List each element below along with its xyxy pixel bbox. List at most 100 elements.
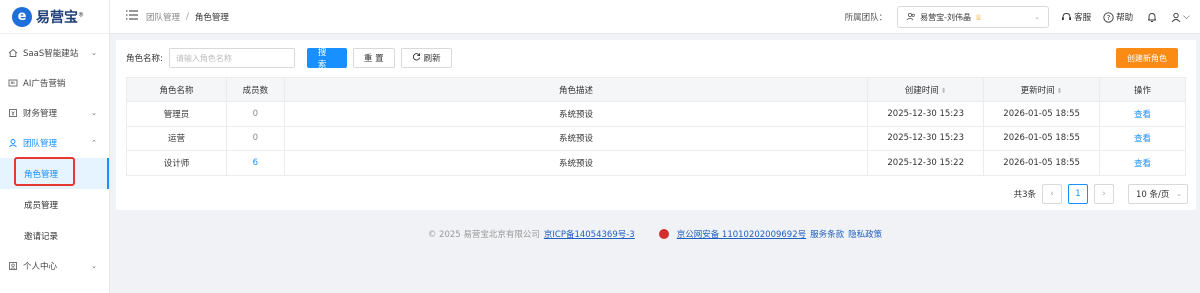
logo-text: 易营宝	[36, 9, 78, 26]
cell-role-name: 设计师	[126, 150, 227, 176]
cell-role-name: 运营	[126, 125, 227, 151]
crown-icon: ♕	[975, 12, 983, 22]
team-label: 所属团队：	[844, 13, 888, 23]
chevron-down-icon: ⌄	[1034, 13, 1041, 21]
page-button[interactable]: 1	[1068, 184, 1088, 204]
breadcrumb-separator: /	[186, 11, 189, 22]
col-updated-time[interactable]: 更新时间 ⬍	[983, 77, 1101, 102]
sidebar-item-team[interactable]: 团队管理 ⌃	[0, 128, 109, 158]
sidebar-subitem-invites[interactable]: 邀请记录	[0, 220, 109, 251]
cell-updated-time: 2026-01-05 18:55	[983, 125, 1101, 151]
sidebar-item-label: 团队管理	[23, 139, 58, 149]
notification-button[interactable]	[1147, 12, 1157, 23]
cell-role-name: 管理员	[126, 101, 227, 127]
chevron-up-icon: ⌃	[91, 139, 97, 147]
team-select[interactable]: 易营宝-刘伟晶 ♕ ⌄	[897, 6, 1050, 28]
team-select-value: 易营宝-刘伟晶	[920, 12, 972, 22]
next-page-button[interactable]: ›	[1094, 184, 1114, 204]
chevron-down-icon: ⌄	[1176, 190, 1182, 198]
help-link[interactable]: ? 帮助	[1103, 11, 1133, 23]
logo[interactable]: e 易营宝®	[0, 0, 109, 34]
user-menu[interactable]: ⌵	[1171, 12, 1190, 23]
sidebar-nav: SaaS智能建站 ⌄ AI广告营销 财务管理 ⌄ 团队管理 ⌃	[0, 34, 109, 158]
role-card: 角色名称: 请输入角色名称 搜 索 重 置 刷新 创建新角色 角色名称 成员数 …	[116, 40, 1196, 210]
user-icon	[1171, 12, 1181, 23]
page-size-value: 10 条/页	[1136, 190, 1170, 200]
cell-role-desc: 系统预设	[283, 125, 869, 151]
pagination-total: 共3条	[1013, 190, 1036, 200]
sidebar-subitem-members[interactable]: 成员管理	[0, 189, 109, 220]
role-name-input[interactable]: 请输入角色名称	[168, 48, 295, 68]
updated-time-label: 更新时间	[1020, 85, 1055, 96]
team-icon	[8, 138, 18, 148]
cell-role-desc: 系统预设	[283, 150, 869, 176]
breadcrumb: 团队管理 / 角色管理	[146, 11, 229, 23]
table-header-row: 角色名称 成员数 角色描述 创建时间 ⬍ 更新时间 ⬍ 操作	[126, 77, 1186, 102]
service-link[interactable]: 客服	[1061, 11, 1091, 23]
finance-icon	[8, 108, 18, 118]
police-badge-icon	[658, 229, 669, 239]
sort-icon: ⬍	[1056, 86, 1063, 95]
cell-created-time: 2025-12-30 15:23	[867, 101, 985, 127]
chevron-down-icon: ⌄	[91, 109, 97, 117]
privacy-link[interactable]: 隐私政策	[848, 228, 882, 240]
view-link[interactable]: 查看	[1134, 159, 1151, 169]
bell-icon	[1147, 12, 1157, 23]
team-icon	[906, 12, 916, 23]
menu-icon[interactable]	[126, 10, 138, 23]
view-link[interactable]: 查看	[1134, 110, 1151, 120]
reset-button[interactable]: 重 置	[352, 48, 395, 68]
sidebar-subitem-label: 成员管理	[24, 200, 59, 211]
sidebar-item-finance[interactable]: 财务管理 ⌄	[0, 98, 109, 128]
prev-page-button[interactable]: ‹	[1042, 184, 1062, 204]
sidebar-item-label: 财务管理	[23, 109, 58, 119]
sidebar-item-label: 个人中心	[23, 262, 58, 272]
help-label: 帮助	[1116, 13, 1134, 23]
refresh-button[interactable]: 刷新	[400, 48, 452, 68]
breadcrumb-parent[interactable]: 团队管理	[146, 11, 180, 23]
cell-created-time: 2025-12-30 15:22	[867, 150, 985, 176]
police-link[interactable]: 京公网安备 11010202009692号	[677, 228, 806, 240]
col-role-name: 角色名称	[126, 77, 227, 102]
footer: © 2025 易营宝北京有限公司 京ICP备14054369号-3 京公网安备 …	[110, 228, 1200, 240]
pagination: 共3条 ‹ 1 › 10 条/页 ⌄	[1014, 184, 1188, 204]
cell-member-count: 0	[225, 125, 285, 151]
col-role-desc: 角色描述	[283, 77, 869, 102]
role-name-label: 角色名称:	[126, 54, 163, 64]
col-created-time[interactable]: 创建时间 ⬍	[867, 77, 985, 102]
logo-icon: e	[12, 6, 32, 27]
page-size-select[interactable]: 10 条/页 ⌄	[1128, 184, 1188, 204]
refresh-label: 刷新	[423, 54, 441, 64]
icp-link[interactable]: 京ICP备14054369号-3	[544, 228, 635, 240]
sidebar-item-saas[interactable]: SaaS智能建站 ⌄	[0, 38, 109, 68]
sort-icon: ⬍	[940, 86, 947, 95]
table-row: 设计师 6 系统预设 2025-12-30 15:22 2026-01-05 1…	[126, 150, 1186, 176]
ad-icon	[8, 78, 18, 88]
user-icon	[8, 261, 18, 271]
terms-link[interactable]: 服务条款	[810, 228, 844, 240]
breadcrumb-current: 角色管理	[194, 12, 229, 23]
sidebar-item-personal[interactable]: 个人中心 ⌄	[0, 251, 109, 281]
footer-copyright: © 2025 易营宝北京有限公司	[427, 230, 540, 240]
cell-role-desc: 系统预设	[283, 101, 869, 127]
sidebar-subitem-label: 邀请记录	[24, 231, 59, 242]
table-row: 管理员 0 系统预设 2025-12-30 15:23 2026-01-05 1…	[126, 101, 1186, 127]
header-right: 所属团队： 易营宝-刘伟晶 ♕ ⌄ 客服 ? 帮助 ⌵	[845, 0, 1190, 34]
cell-updated-time: 2026-01-05 18:55	[983, 150, 1101, 176]
chevron-down-icon: ⌄	[91, 262, 97, 270]
view-link[interactable]: 查看	[1134, 134, 1151, 144]
logo-registered: ®	[78, 10, 84, 18]
top-header: 团队管理 / 角色管理 所属团队： 易营宝-刘伟晶 ♕ ⌄ 客服 ? 帮助 ⌵	[110, 0, 1200, 34]
create-role-button[interactable]: 创建新角色	[1116, 48, 1178, 68]
search-button[interactable]: 搜 索	[306, 48, 347, 70]
created-time-label: 创建时间	[904, 85, 939, 96]
sidebar-item-label: AI广告营销	[23, 79, 66, 89]
roles-table: 角色名称 成员数 角色描述 创建时间 ⬍ 更新时间 ⬍ 操作 管理员 0 系统预设 …	[126, 77, 1186, 176]
home-icon	[8, 48, 18, 58]
cell-member-count[interactable]: 6	[225, 150, 285, 176]
col-member-count: 成员数	[225, 77, 285, 102]
sidebar-item-ai-ads[interactable]: AI广告营销	[0, 68, 109, 98]
cell-updated-time: 2026-01-05 18:55	[983, 101, 1101, 127]
col-action: 操作	[1099, 77, 1186, 102]
refresh-icon	[412, 52, 421, 64]
